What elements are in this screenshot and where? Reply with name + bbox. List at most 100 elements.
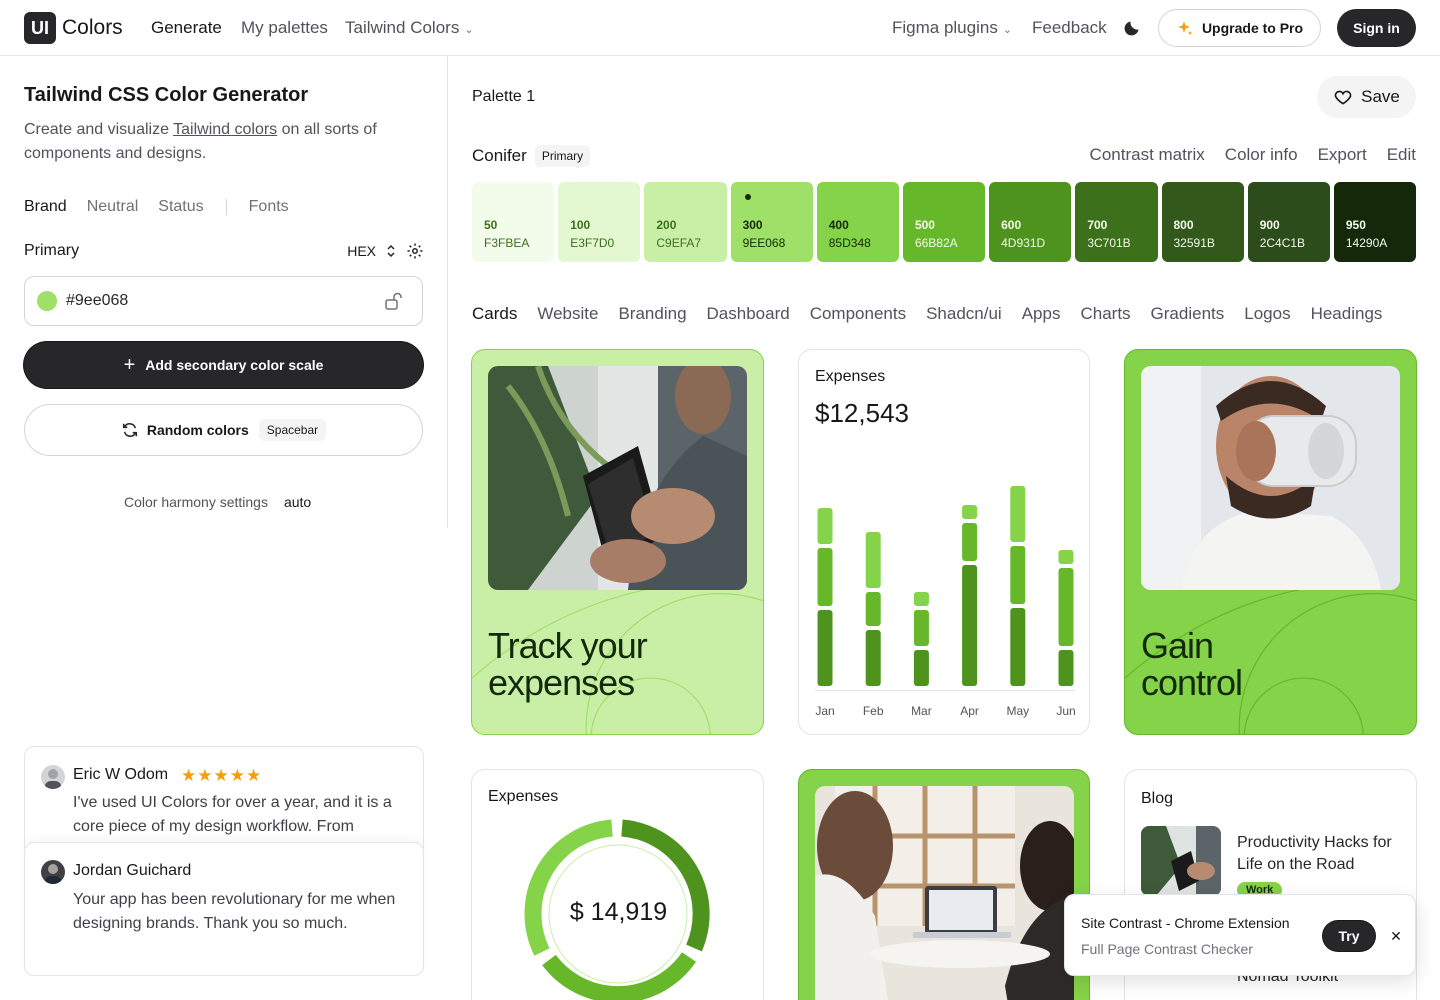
nav-my-palettes[interactable]: My palettes: [241, 18, 328, 38]
bar-apr-seg1: [962, 523, 978, 561]
bar-mar-seg1: [913, 610, 929, 646]
x-tick-label: Feb: [863, 704, 884, 718]
color-scale: 50 F3FBEA 100 E3F7D0 200 C9EFA7 300 9EE068 400 85…: [472, 182, 1417, 262]
tab-brand[interactable]: Brand: [24, 198, 67, 216]
swatch-500[interactable]: 500 66B82A: [902, 182, 986, 262]
swatch-hex: 32591B: [1173, 236, 1215, 250]
tab-headings[interactable]: Headings: [1311, 304, 1383, 324]
color-tabs: Brand Neutral Status Fonts: [24, 198, 289, 216]
blog-thumbnail[interactable]: [1141, 826, 1221, 896]
gear-icon[interactable]: [406, 242, 424, 260]
palette-title[interactable]: Palette 1: [472, 88, 535, 106]
nav-generate[interactable]: Generate: [151, 18, 222, 38]
close-icon[interactable]: ✕: [1385, 925, 1407, 947]
tab-status[interactable]: Status: [158, 198, 203, 216]
swatch-600[interactable]: 600 4D931D: [989, 182, 1072, 262]
color-value: #9ee068: [66, 292, 129, 309]
unlock-icon[interactable]: [384, 291, 404, 311]
primary-row: Primary HEX: [24, 242, 424, 260]
swatch-step: 100: [570, 218, 591, 232]
blog-title: Blog: [1141, 790, 1174, 807]
tab-website[interactable]: Website: [537, 304, 598, 324]
try-button[interactable]: Try: [1323, 921, 1375, 951]
tab-components[interactable]: Components: [810, 304, 906, 324]
x-tick-label: May: [1006, 704, 1029, 718]
moon-icon[interactable]: [1123, 17, 1143, 37]
refresh-icon: [122, 423, 137, 437]
page-description: Create and visualize Tailwind colors on …: [24, 118, 424, 166]
scale-header: Conifer Primary: [472, 145, 591, 167]
swatch-950[interactable]: 950 14290A: [1333, 182, 1417, 262]
swatch-step: 50: [484, 218, 498, 232]
swatch-100[interactable]: 100 E3F7D0: [558, 182, 641, 262]
swatch-hex: 85D348: [828, 236, 871, 250]
swatch-200[interactable]: 200 C9EFA7: [644, 182, 727, 262]
edit-link[interactable]: Edit: [1387, 145, 1416, 165]
nav-feedback[interactable]: Feedback: [1032, 18, 1107, 38]
nav-tailwind-colors[interactable]: Tailwind Colors ⌄: [345, 18, 474, 38]
swatch-step: 700: [1087, 218, 1108, 232]
save-label: Save: [1361, 87, 1400, 106]
office-photo-card: [798, 769, 1090, 1000]
format-select[interactable]: HEX: [347, 242, 424, 260]
swatch-hex: C9EFA7: [656, 236, 702, 250]
testimonial-text: I've used UI Colors for over a year, and…: [73, 794, 392, 835]
harmony-settings[interactable]: Color harmony settings auto: [124, 494, 311, 510]
swatch-hex: 4D931D: [1001, 236, 1046, 250]
tab-shadcn[interactable]: Shadcn/ui: [926, 304, 1002, 324]
swatch-300[interactable]: 300 9EE068: [730, 182, 813, 262]
logo[interactable]: UI Colors: [24, 12, 123, 44]
color-swatch[interactable]: [37, 291, 57, 311]
testimonial-name: Jordan Guichard: [73, 862, 192, 879]
tab-apps[interactable]: Apps: [1022, 304, 1061, 324]
bar-jun-seg1: [1058, 568, 1074, 646]
contrast-matrix-link[interactable]: Contrast matrix: [1090, 145, 1205, 165]
scale-actions: Contrast matrix Color info Export Edit: [1090, 145, 1416, 165]
swatch-900[interactable]: 900 2C4C1B: [1247, 182, 1330, 262]
gain-control-card: Gain control: [1124, 349, 1417, 735]
signin-button[interactable]: Sign in: [1337, 9, 1416, 47]
color-info-link[interactable]: Color info: [1225, 145, 1298, 165]
swatch-400[interactable]: 400 85D348: [816, 182, 899, 262]
tab-logos[interactable]: Logos: [1244, 304, 1290, 324]
format-value: HEX: [347, 243, 376, 259]
track-title-line: expenses: [488, 662, 635, 703]
upgrade-button[interactable]: Upgrade to Pro: [1158, 9, 1321, 47]
vr-headset-photo: [1141, 366, 1400, 590]
chevron-updown-icon: [387, 244, 395, 258]
toast-title: Site Contrast - Chrome Extension: [1081, 915, 1290, 931]
track-title: Track your expenses: [488, 627, 648, 703]
add-secondary-button[interactable]: + Add secondary color scale: [24, 342, 423, 388]
expenses-bar-chart: Jan Feb Mar Apr May Jun: [815, 486, 1076, 718]
swatch-hex: 2C4C1B: [1259, 236, 1306, 250]
swatch-50[interactable]: 50 F3FBEA: [472, 182, 555, 262]
primary-color-input[interactable]: #9ee068: [24, 276, 423, 326]
tab-neutral[interactable]: Neutral: [87, 198, 139, 216]
tab-dashboard[interactable]: Dashboard: [707, 304, 790, 324]
blog-post-title[interactable]: Productivity Hacks for Life on the Road: [1237, 832, 1402, 876]
tab-charts[interactable]: Charts: [1080, 304, 1130, 324]
scale-name[interactable]: Conifer: [472, 146, 527, 166]
swatch-hex: 14290A: [1345, 236, 1388, 250]
tailwind-colors-link[interactable]: Tailwind colors: [173, 121, 277, 138]
tab-fonts[interactable]: Fonts: [249, 198, 289, 216]
bar-feb-seg0: [865, 630, 881, 686]
bar-may-seg2: [1010, 486, 1026, 542]
spacebar-kbd: Spacebar: [258, 419, 327, 441]
export-link[interactable]: Export: [1318, 145, 1367, 165]
nav-tailwind-colors-label: Tailwind Colors: [345, 18, 460, 37]
swatch-hex: F3FBEA: [484, 236, 530, 250]
swatch-step: 600: [1001, 218, 1022, 232]
swatch-hex: E3F7D0: [570, 236, 615, 250]
tab-gradients[interactable]: Gradients: [1151, 304, 1225, 324]
tab-branding[interactable]: Branding: [618, 304, 686, 324]
tab-cards[interactable]: Cards: [472, 304, 517, 324]
swatch-800[interactable]: 800 32591B: [1161, 182, 1244, 262]
bar-may-seg1: [1010, 546, 1026, 604]
swatch-700[interactable]: 700 3C701B: [1075, 182, 1158, 262]
x-tick-label: Jan: [815, 704, 834, 718]
swatch-hex: 3C701B: [1087, 236, 1131, 250]
nav-figma-plugins[interactable]: Figma plugins ⌄: [892, 18, 1012, 38]
random-colors-button[interactable]: Random colors Spacebar: [24, 404, 423, 456]
save-button[interactable]: Save: [1317, 76, 1416, 118]
